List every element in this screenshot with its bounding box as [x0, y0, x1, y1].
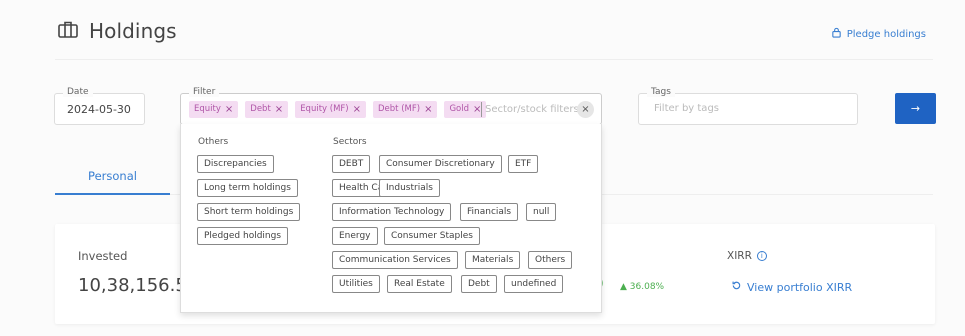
filter-chip[interactable]: Equity ×	[189, 101, 239, 118]
arrow-right-icon: →	[910, 102, 921, 115]
filter-dropdown: Others Discrepancies Long term holdings …	[180, 124, 602, 313]
view-portfolio-xirr-label: View portfolio XIRR	[747, 280, 853, 294]
change-percent: ▲ 36.08%	[620, 282, 665, 292]
close-icon[interactable]: ×	[275, 101, 283, 118]
clear-filter-button[interactable]: ×	[577, 101, 594, 118]
sector-option[interactable]: Debt	[461, 275, 497, 293]
sector-option[interactable]: Real Estate	[387, 275, 452, 293]
date-legend: Date	[63, 87, 93, 97]
xirr-label: XIRR	[727, 250, 752, 262]
sector-option[interactable]: Information Technology	[332, 203, 452, 221]
close-icon[interactable]: ×	[353, 101, 361, 118]
pledge-holdings-link[interactable]: Pledge holdings	[831, 27, 926, 41]
sector-option[interactable]: Materials	[465, 251, 521, 269]
date-field[interactable]: Date 2024-05-30	[54, 87, 145, 125]
date-value[interactable]: 2024-05-30	[67, 103, 131, 116]
chip-label: Equity	[194, 104, 221, 114]
invested-label: Invested	[78, 249, 128, 263]
sector-stock-filter-input[interactable]: Sector/stock filters	[481, 102, 579, 117]
close-icon[interactable]: ×	[424, 101, 432, 118]
filter-option[interactable]: Long term holdings	[197, 179, 298, 197]
sector-option[interactable]: Energy	[332, 227, 378, 245]
page-title: Holdings	[89, 19, 177, 43]
xirr-heading: XIRR i	[727, 250, 767, 262]
sector-option[interactable]: DEBT	[332, 155, 371, 173]
close-icon[interactable]: ×	[225, 101, 233, 118]
sector-option[interactable]: null	[526, 203, 557, 221]
tab-personal[interactable]: Personal	[55, 165, 170, 195]
tags-legend: Tags	[647, 87, 675, 97]
view-portfolio-xirr-link[interactable]: View portfolio XIRR	[731, 280, 852, 294]
sector-option[interactable]: Consumer Staples	[384, 227, 480, 245]
sector-option[interactable]: Financials	[460, 203, 519, 221]
sector-option[interactable]: Consumer Discretionary	[379, 155, 502, 173]
sector-option[interactable]: undefined	[504, 275, 564, 293]
others-title: Others	[198, 137, 229, 147]
holdings-page: Holdings Pledge holdings Date 2024-05-30…	[0, 0, 965, 336]
filter-chip[interactable]: Equity (MF) ×	[295, 101, 367, 118]
pledge-holdings-label: Pledge holdings	[846, 28, 926, 40]
refresh-icon	[731, 280, 742, 294]
sectors-title: Sectors	[333, 137, 367, 147]
sector-option[interactable]: ETF	[508, 155, 539, 173]
filter-chips: Equity × Debt × Equity (MF) × Debt (MF) × Go…	[189, 101, 487, 118]
briefcase-icon	[57, 18, 79, 44]
chip-label: Debt (MF)	[378, 104, 421, 114]
tags-field[interactable]: Tags Filter by tags	[638, 87, 858, 125]
apply-filters-button[interactable]: →	[895, 93, 936, 124]
filter-option[interactable]: Pledged holdings	[197, 227, 289, 245]
page-header: Holdings	[57, 18, 177, 44]
info-icon[interactable]: i	[756, 251, 767, 261]
sector-option[interactable]: Industrials	[379, 179, 440, 197]
filter-field[interactable]: Filter Equity × Debt × Equity (MF) × Debt (…	[180, 87, 602, 125]
filter-option[interactable]: Short term holdings	[197, 203, 301, 221]
chip-label: Equity (MF)	[300, 104, 349, 114]
sector-option[interactable]: Others	[528, 251, 573, 269]
sector-option[interactable]: Utilities	[332, 275, 380, 293]
header-divider	[55, 59, 933, 60]
filter-chip[interactable]: Debt ×	[245, 101, 289, 118]
filter-chip[interactable]: Debt (MF) ×	[373, 101, 438, 118]
tags-input[interactable]: Filter by tags	[654, 103, 719, 114]
lock-icon	[831, 27, 842, 41]
filter-legend: Filter	[189, 87, 220, 97]
chip-label: Debt	[250, 104, 271, 114]
sector-option[interactable]: Communication Services	[332, 251, 458, 269]
chip-label: Gold	[449, 104, 470, 114]
filter-option[interactable]: Discrepancies	[197, 155, 274, 173]
